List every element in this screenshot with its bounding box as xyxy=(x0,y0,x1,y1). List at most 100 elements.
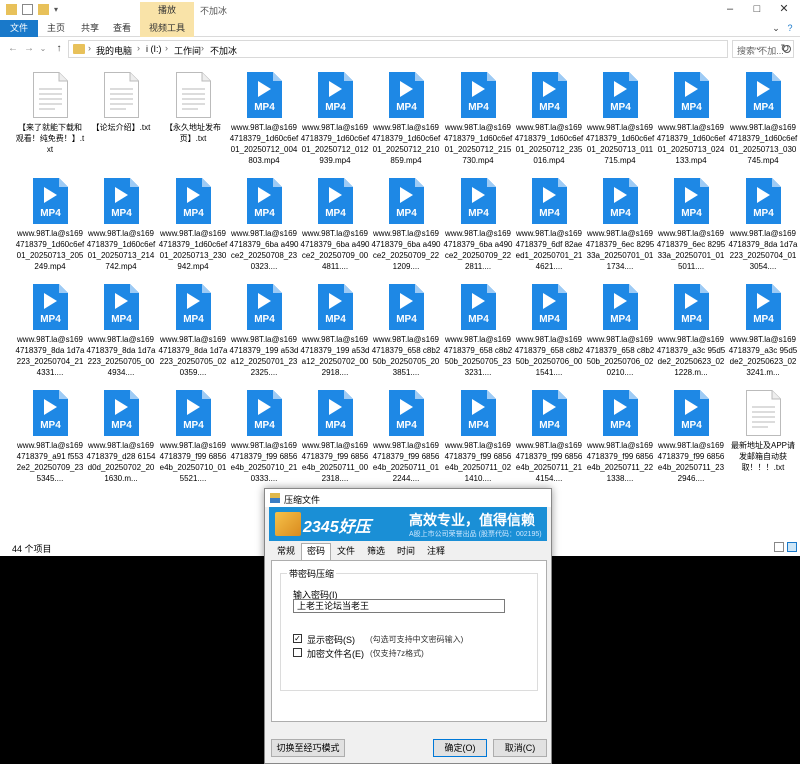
breadcrumb-current[interactable]: 不加冰 xyxy=(210,44,237,57)
tab-comment[interactable]: 注释 xyxy=(421,544,451,560)
cancel-button[interactable]: 取消(C) xyxy=(493,739,547,757)
video-file-item[interactable]: MP4 www.98T.la@s1694718379_1d60c6ef01_202… xyxy=(229,66,299,172)
text-file-item[interactable]: 【永久地址发布页】.txt xyxy=(158,66,228,172)
video-file-item[interactable]: MP4 www.98T.la@s1694718379_f99 6856e4b_20… xyxy=(371,384,441,490)
video-file-item[interactable]: MP4 www.98T.la@s1694718379_658 c8b250b_20… xyxy=(443,278,513,384)
close-button[interactable]: ✕ xyxy=(772,2,796,18)
breadcrumb-drive[interactable]: i (I:) xyxy=(146,44,162,54)
video-file-item[interactable]: MP4 www.98T.la@s1694718379_1d60c6ef01_202… xyxy=(158,172,228,278)
breadcrumb-this-pc[interactable]: 我的电脑 xyxy=(96,44,132,57)
video-file-item[interactable]: MP4 www.98T.la@s1694718379_6ba a490ce2_20… xyxy=(371,172,441,278)
text-file-item[interactable]: 【论坛介绍】.txt xyxy=(86,66,156,172)
video-file-item[interactable]: MP4 www.98T.la@s1694718379_1d60c6ef01_202… xyxy=(728,66,798,172)
password-input[interactable]: 上老王论坛当老王 xyxy=(293,599,505,613)
mp4-badge: MP4 xyxy=(254,102,275,113)
show-password-checkbox[interactable]: ✓ xyxy=(293,634,302,643)
mp4-file-icon: MP4 xyxy=(461,178,496,224)
video-file-item[interactable]: MP4 www.98T.la@s1694718379_6ba a490ce2_20… xyxy=(300,172,370,278)
tab-filter[interactable]: 筛选 xyxy=(361,544,391,560)
breadcrumb-workspace[interactable]: 工作间 xyxy=(174,44,201,57)
tab-time[interactable]: 时间 xyxy=(391,544,421,560)
video-file-item[interactable]: MP4 www.98T.la@s1694718379_6ba a490ce2_20… xyxy=(229,172,299,278)
video-file-item[interactable]: MP4 www.98T.la@s1694718379_658 c8b250b_20… xyxy=(585,278,655,384)
video-file-item[interactable]: MP4 www.98T.la@s1694718379_f99 6856e4b_20… xyxy=(443,384,513,490)
text-file-icon xyxy=(746,390,781,436)
file-name: www.98T.la@s1694718379_f99 6856e4b_20250… xyxy=(515,441,583,483)
video-file-item[interactable]: MP4 www.98T.la@s1694718379_a3c 95d5de2_20… xyxy=(656,278,726,384)
video-file-item[interactable]: MP4 www.98T.la@s1694718379_f99 6856e4b_20… xyxy=(300,384,370,490)
ok-button[interactable]: 确定(O) xyxy=(433,739,487,757)
mp4-file-icon: MP4 xyxy=(247,284,282,330)
video-file-item[interactable]: MP4 www.98T.la@s1694718379_6ba a490ce2_20… xyxy=(443,172,513,278)
classic-mode-button[interactable]: 切换至经巧模式 xyxy=(271,739,345,757)
large-icons-view-icon[interactable] xyxy=(787,542,797,552)
video-file-item[interactable]: MP4 www.98T.la@s1694718379_1d60c6ef01_202… xyxy=(514,66,584,172)
details-view-icon[interactable] xyxy=(774,542,784,552)
video-file-item[interactable]: MP4 www.98T.la@s1694718379_8da 1d7a223_20… xyxy=(86,278,156,384)
text-file-item[interactable]: 最新地址及APP请发邮箱自动获取！！！.txt xyxy=(728,384,798,490)
video-file-item[interactable]: MP4 www.98T.la@s1694718379_1d60c6ef01_202… xyxy=(15,172,85,278)
video-file-item[interactable]: MP4 www.98T.la@s1694718379_1d60c6ef01_202… xyxy=(86,172,156,278)
video-file-item[interactable]: MP4 www.98T.la@s1694718379_658 c8b250b_20… xyxy=(371,278,441,384)
mp4-file-icon: MP4 xyxy=(318,390,353,436)
mp4-file-icon: MP4 xyxy=(461,72,496,118)
video-file-item[interactable]: MP4 www.98T.la@s1694718379_8da 1d7a223_20… xyxy=(158,278,228,384)
video-file-item[interactable]: MP4 www.98T.la@s1694718379_a3c 95d5de2_20… xyxy=(728,278,798,384)
video-file-item[interactable]: MP4 www.98T.la@s1694718379_6ec 829533a_20… xyxy=(656,172,726,278)
mp4-file-icon: MP4 xyxy=(674,284,709,330)
minimize-button[interactable]: – xyxy=(718,2,742,18)
up-button[interactable]: ↑ xyxy=(52,42,66,56)
recent-locations-button[interactable]: ⌄ xyxy=(36,42,50,56)
tab-files[interactable]: 文件 xyxy=(331,544,361,560)
video-file-item[interactable]: MP4 www.98T.la@s1694718379_f99 6856e4b_20… xyxy=(229,384,299,490)
tab-share[interactable]: 共享 xyxy=(74,20,106,37)
video-file-item[interactable]: MP4 www.98T.la@s1694718379_f99 6856e4b_20… xyxy=(158,384,228,490)
tab-view[interactable]: 查看 xyxy=(106,20,138,37)
forward-button[interactable]: → xyxy=(22,42,36,56)
video-file-item[interactable]: MP4 www.98T.la@s1694718379_658 c8b250b_20… xyxy=(514,278,584,384)
mp4-file-icon: MP4 xyxy=(247,72,282,118)
video-file-item[interactable]: MP4 www.98T.la@s1694718379_6df 82aeed1_20… xyxy=(514,172,584,278)
tab-video-tools[interactable]: 视频工具 xyxy=(140,20,194,37)
video-file-item[interactable]: MP4 www.98T.la@s1694718379_1d60c6ef01_202… xyxy=(443,66,513,172)
brand-subtitle: A股上市公司荣誉出品 (股票代码：002195) xyxy=(409,531,542,538)
encrypt-filenames-checkbox[interactable] xyxy=(293,648,302,657)
address-bar[interactable]: › 我的电脑 › i (I:) › 工作间 › 不加冰 ⌄ ↻ xyxy=(68,40,790,58)
mp4-badge: MP4 xyxy=(753,208,774,219)
mp4-file-icon: MP4 xyxy=(746,72,781,118)
tab-home[interactable]: 主页 xyxy=(40,20,72,37)
tab-general[interactable]: 常规 xyxy=(271,544,301,560)
video-file-item[interactable]: MP4 www.98T.la@s1694718379_199 a53da12_20… xyxy=(300,278,370,384)
video-file-item[interactable]: MP4 www.98T.la@s1694718379_199 a53da12_20… xyxy=(229,278,299,384)
tab-file[interactable]: 文件 xyxy=(0,20,38,37)
video-file-item[interactable]: MP4 www.98T.la@s1694718379_1d60c6ef01_202… xyxy=(656,66,726,172)
quick-access-dropdown-icon[interactable]: ▾ xyxy=(54,4,62,15)
new-folder-icon[interactable] xyxy=(38,4,49,15)
video-file-item[interactable]: MP4 www.98T.la@s1694718379_a91 f5532e2_20… xyxy=(15,384,85,490)
mp4-file-icon: MP4 xyxy=(33,390,68,436)
tab-password[interactable]: 密码 xyxy=(301,543,331,560)
search-input[interactable]: 搜索"不加... xyxy=(732,40,794,58)
maximize-button[interactable]: □ xyxy=(745,2,769,18)
mp4-file-icon: MP4 xyxy=(532,284,567,330)
breadcrumb-separator: › xyxy=(88,43,91,53)
file-name: www.98T.la@s1694718379_8da 1d7a223_20250… xyxy=(728,229,798,271)
properties-icon[interactable] xyxy=(22,4,33,15)
mp4-badge: MP4 xyxy=(681,314,702,325)
help-icon[interactable]: ? xyxy=(784,20,796,37)
dialog-title: 压缩文件 xyxy=(284,495,321,505)
video-file-item[interactable]: MP4 www.98T.la@s1694718379_6ec 829533a_20… xyxy=(585,172,655,278)
video-file-item[interactable]: MP4 www.98T.la@s1694718379_1d60c6ef01_202… xyxy=(371,66,441,172)
video-file-item[interactable]: MP4 www.98T.la@s1694718379_f99 6856e4b_20… xyxy=(514,384,584,490)
breadcrumb-separator: › xyxy=(137,43,140,53)
video-file-item[interactable]: MP4 www.98T.la@s1694718379_d28 6154d0d_20… xyxy=(86,384,156,490)
video-file-item[interactable]: MP4 www.98T.la@s1694718379_8da 1d7a223_20… xyxy=(728,172,798,278)
video-file-item[interactable]: MP4 www.98T.la@s1694718379_1d60c6ef01_202… xyxy=(300,66,370,172)
ribbon-expand-icon[interactable]: ⌄ xyxy=(770,20,782,37)
video-file-item[interactable]: MP4 www.98T.la@s1694718379_1d60c6ef01_202… xyxy=(585,66,655,172)
video-file-item[interactable]: MP4 www.98T.la@s1694718379_8da 1d7a223_20… xyxy=(15,278,85,384)
back-button[interactable]: ← xyxy=(6,42,20,56)
video-file-item[interactable]: MP4 www.98T.la@s1694718379_f99 6856e4b_20… xyxy=(656,384,726,490)
text-file-item[interactable]: 【来了就能下载和观看！纯免费！】.txt xyxy=(15,66,85,172)
video-file-item[interactable]: MP4 www.98T.la@s1694718379_f99 6856e4b_20… xyxy=(585,384,655,490)
